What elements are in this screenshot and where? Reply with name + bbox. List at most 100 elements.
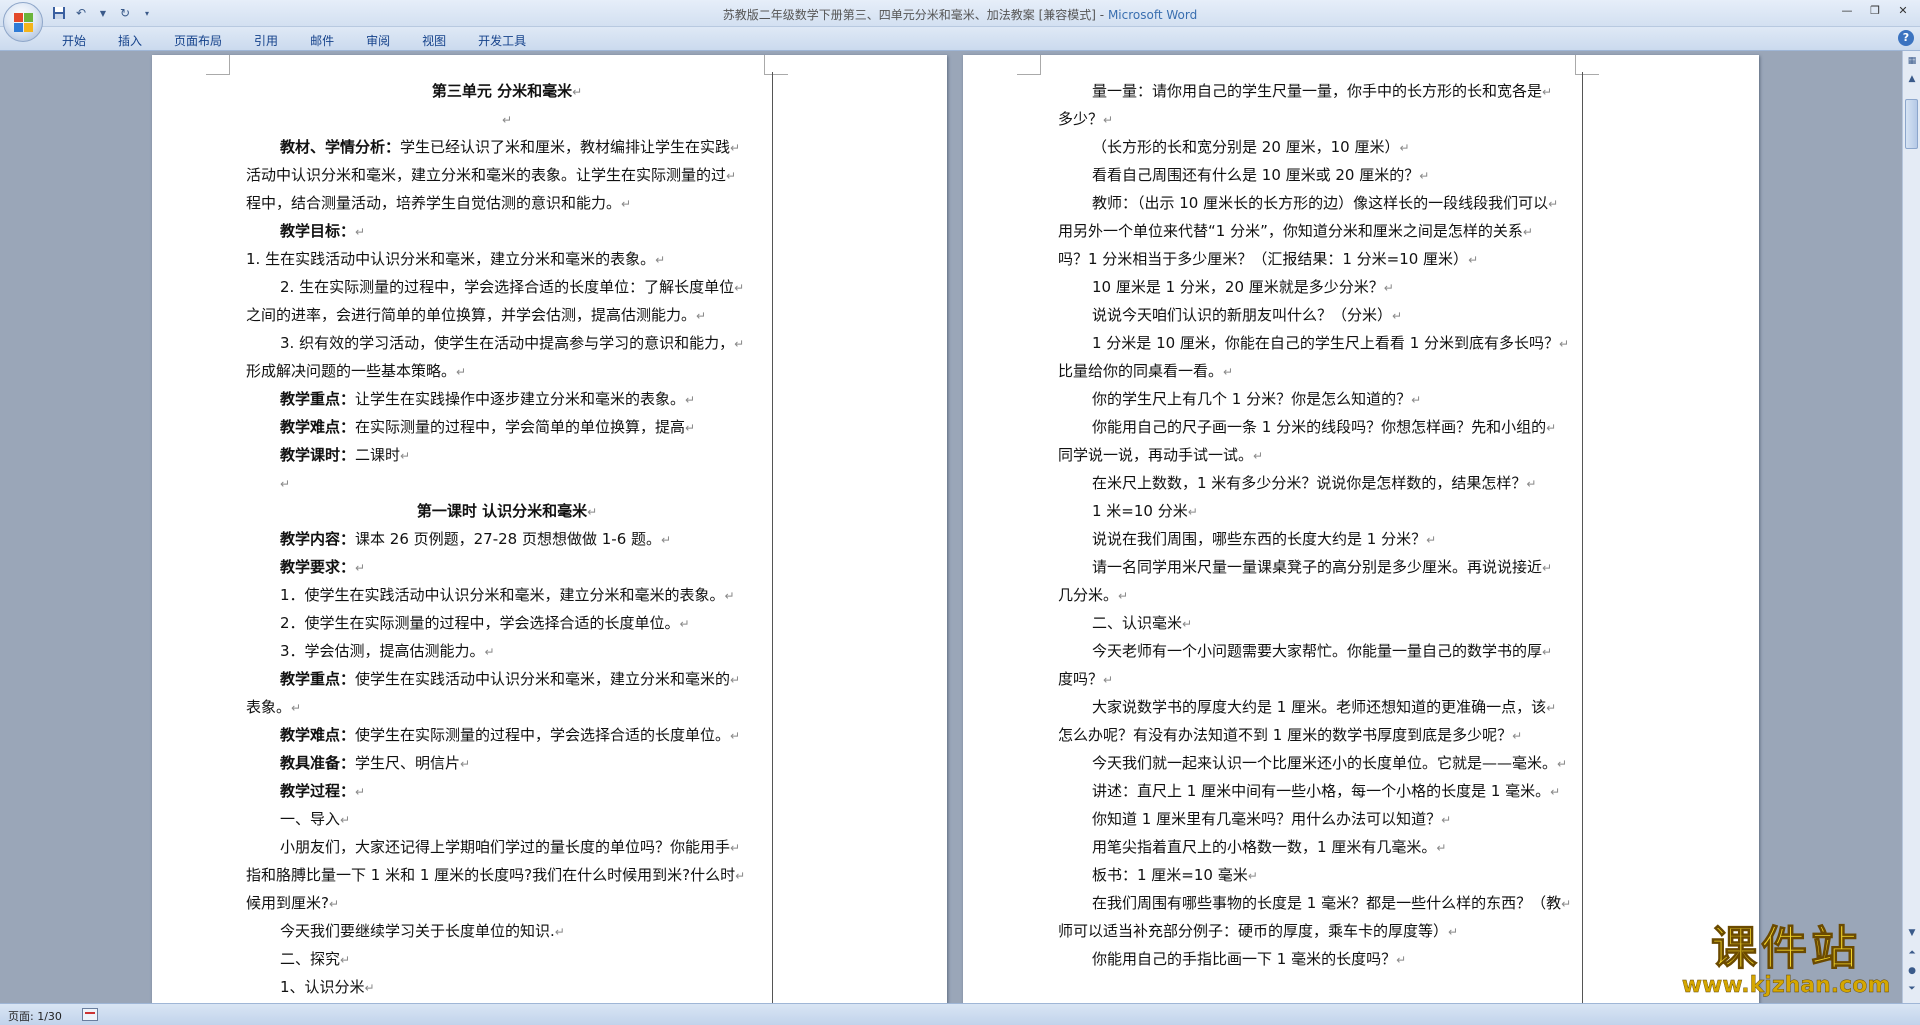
document-line: 1．使学生在实践活动中认识分米和毫米，建立分米和毫米的表象。↵	[246, 581, 768, 609]
paragraph-mark-icon: ↵	[679, 617, 690, 631]
line-text: 1．使学生在实践活动中认识分米和毫米，建立分米和毫米的表象。	[280, 586, 725, 604]
maximize-icon[interactable]: ❐	[1862, 2, 1888, 18]
paragraph-mark-icon: ↵	[587, 505, 598, 519]
document-line: 第一课时 认识分米和毫米↵	[246, 497, 768, 525]
line-text: 2. 生在实际测量的过程中，学会选择合适的长度单位：了解长度单位	[280, 278, 735, 296]
document-line: 3. 织有效的学习活动，使学生在活动中提高参与学习的意识和能力，↵	[246, 329, 768, 357]
line-heading: 教学过程：	[280, 782, 356, 800]
vertical-scrollbar[interactable]: ▦ ▲ ▼ ⏶ ● ⏷	[1902, 51, 1920, 1003]
document-line: 2．使学生在实际测量的过程中，学会选择合适的长度单位。↵	[246, 609, 768, 637]
line-text: 1 米=10 分米	[1092, 502, 1188, 520]
ribbon-tab[interactable]: 开始	[54, 30, 100, 48]
line-text: 1、认识分米	[280, 978, 365, 996]
document-line: 看看自己周围还有什么是 10 厘米或 20 厘米的？↵	[1058, 161, 1580, 189]
paragraph-mark-icon: ↵	[724, 589, 735, 603]
document-area[interactable]: 第三单元 分米和毫米↵ ↵ 教材、学情分析：学生已经认识了米和厘米，教材编排让学生在…	[0, 51, 1902, 1003]
document-line: 讲述：直尺上 1 厘米中间有一些小格，每一个小格的长度是 1 毫米。↵	[1058, 777, 1580, 805]
document-line: 教学难点：在实际测量的过程中，学会简单的单位换算，提高↵	[246, 413, 768, 441]
document-line: 活动中认识分米和毫米，建立分米和毫米的表象。让学生在实际测量的过↵	[246, 161, 768, 189]
line-text: 一、导入	[280, 810, 341, 828]
proofing-icon[interactable]	[82, 1008, 98, 1021]
ribbon-tab[interactable]: 审阅	[358, 30, 404, 48]
document-line: 大家说数学书的厚度大约是 1 厘米。老师还想知道的更准确一点，该↵	[1058, 693, 1580, 721]
paragraph-mark-icon: ↵	[1118, 589, 1129, 603]
ribbon-tab[interactable]: 页面布局	[166, 30, 236, 48]
document-line: 多少？↵	[1058, 105, 1580, 133]
paragraph-mark-icon: ↵	[1419, 169, 1430, 183]
line-text: 课本 26 页例题，27-28 页想想做做 1-6 题。	[355, 530, 662, 548]
paragraph-mark-icon: ↵	[1103, 113, 1114, 127]
page-count[interactable]: 页面: 1/30	[8, 1008, 62, 1024]
scroll-up-icon[interactable]: ▲	[1904, 71, 1920, 87]
previous-page-icon[interactable]: ⏶	[1904, 945, 1920, 961]
document-line: 1 分米是 10 厘米，你能在自己的学生尺上看看 1 分米到底有多长吗？↵	[1058, 329, 1580, 357]
ribbon-tab[interactable]: 插入	[110, 30, 156, 48]
paragraph-mark-icon: ↵	[572, 85, 583, 99]
paragraph-mark-icon: ↵	[1561, 897, 1572, 911]
document-line: 候用到厘米?↵	[246, 889, 768, 917]
ribbon-tab[interactable]: 视图	[414, 30, 460, 48]
line-heading: 教学重点：	[280, 670, 356, 688]
scroll-down-icon[interactable]: ▼	[1904, 925, 1920, 941]
paragraph-mark-icon: ↵	[1557, 757, 1568, 771]
document-line: 今天老师有一个小问题需要大家帮忙。你能量一量自己的数学书的厚↵	[1058, 637, 1580, 665]
ribbon-tab[interactable]: 引用	[246, 30, 292, 48]
document-line: （长方形的长和宽分别是 20 厘米，10 厘米）↵	[1058, 133, 1580, 161]
paragraph-mark-icon: ↵	[1448, 925, 1459, 939]
line-text: （长方形的长和宽分别是 20 厘米，10 厘米）	[1092, 138, 1400, 156]
document-line: 板书：1 厘米=10 毫米↵	[1058, 861, 1580, 889]
watermark-url: www.kjzhan.com	[1681, 973, 1891, 998]
window-title: 苏教版二年级数学下册第三、四单元分米和毫米、加法教案 [兼容模式] - Micr…	[0, 6, 1920, 23]
line-text: 程中，结合测量活动，培养学生自觉估测的意识和能力。	[246, 194, 622, 212]
line-text: 你能用自己的尺子画一条 1 分米的线段吗？你想怎样画？先和小组的	[1092, 418, 1547, 436]
paragraph-mark-icon: ↵	[460, 757, 471, 771]
document-line: 3．学会估测，提高估测能力。↵	[246, 637, 768, 665]
paragraph-mark-icon: ↵	[1182, 617, 1193, 631]
paragraph-mark-icon: ↵	[1542, 645, 1553, 659]
paragraph-mark-icon: ↵	[685, 421, 696, 435]
line-text: 多少？	[1058, 110, 1104, 128]
paragraph-mark-icon: ↵	[661, 533, 672, 547]
text-boundary-line	[1582, 72, 1583, 1003]
line-heading: 教学课时：	[280, 446, 356, 464]
line-text: 用另外一个单位来代替“1 分米”，你知道分米和厘米之间是怎样的关系	[1058, 222, 1523, 240]
scroll-thumb[interactable]	[1905, 99, 1918, 149]
line-text: 说说今天咱们认识的新朋友叫什么？（分米）	[1092, 306, 1393, 324]
line-text: 今天我们就一起来认识一个比厘米还小的长度单位。它就是——毫米。	[1092, 754, 1558, 772]
line-heading: 教学目标：	[280, 222, 356, 240]
page-1[interactable]: 第三单元 分米和毫米↵ ↵ 教材、学情分析：学生已经认识了米和厘米，教材编排让学生在…	[152, 55, 947, 1003]
paragraph-mark-icon: ↵	[456, 365, 467, 379]
ruler-toggle-icon[interactable]: ▦	[1904, 53, 1920, 69]
app-name: Microsoft Word	[1107, 8, 1198, 22]
line-text: 今天我们要继续学习关于长度单位的知识.	[280, 922, 555, 940]
document-line: 教材、学情分析：学生已经认识了米和厘米，教材编排让学生在实践↵	[246, 133, 768, 161]
window-controls: — ❐ ✕	[1834, 2, 1916, 18]
help-icon[interactable]: ?	[1898, 30, 1914, 46]
title-bar: ↶ ▼ ↻ ▾ 苏教版二年级数学下册第三、四单元分米和毫米、加法教案 [兼容模式…	[0, 0, 1920, 27]
line-text: 你能用自己的手指比画一下 1 毫米的长度吗？	[1092, 950, 1397, 968]
minimize-icon[interactable]: —	[1834, 2, 1860, 18]
close-icon[interactable]: ✕	[1890, 2, 1916, 18]
line-text: 第一课时 认识分米和毫米	[416, 502, 588, 520]
next-page-icon[interactable]: ⏷	[1904, 981, 1920, 997]
paragraph-mark-icon: ↵	[734, 337, 745, 351]
line-text: 形成解决问题的一些基本策略。	[246, 362, 457, 380]
page-2[interactable]: 量一量：请你用自己的学生尺量一量，你手中的长方形的长和宽各是↵ 多少？↵ （长方形的…	[963, 55, 1759, 1003]
margin-corner-mark	[1575, 55, 1599, 75]
document-line: 教学要求：↵	[246, 553, 768, 581]
paragraph-mark-icon: ↵	[328, 897, 340, 911]
line-text: 师可以适当补充部分例子：硬币的厚度，乘车卡的厚度等）	[1058, 922, 1449, 940]
line-text: 用笔尖指着直尺上的小格数一数，1 厘米有几毫米。	[1092, 838, 1437, 856]
paragraph-mark-icon: ↵	[400, 449, 411, 463]
title-separator: -	[1095, 8, 1108, 22]
office-button[interactable]	[3, 2, 43, 42]
line-text: 大家说数学书的厚度大约是 1 厘米。老师还想知道的更准确一点，该	[1092, 698, 1547, 716]
paragraph-mark-icon: ↵	[1187, 505, 1198, 519]
paragraph-mark-icon: ↵	[1426, 533, 1437, 547]
document-line: 1 米=10 分米↵	[1058, 497, 1580, 525]
ribbon-tab[interactable]: 开发工具	[470, 30, 540, 48]
paragraph-mark-icon: ↵	[734, 281, 745, 295]
browse-object-icon[interactable]: ●	[1904, 963, 1920, 979]
paragraph-mark-icon: ↵	[730, 141, 741, 155]
ribbon-tab[interactable]: 邮件	[302, 30, 348, 48]
